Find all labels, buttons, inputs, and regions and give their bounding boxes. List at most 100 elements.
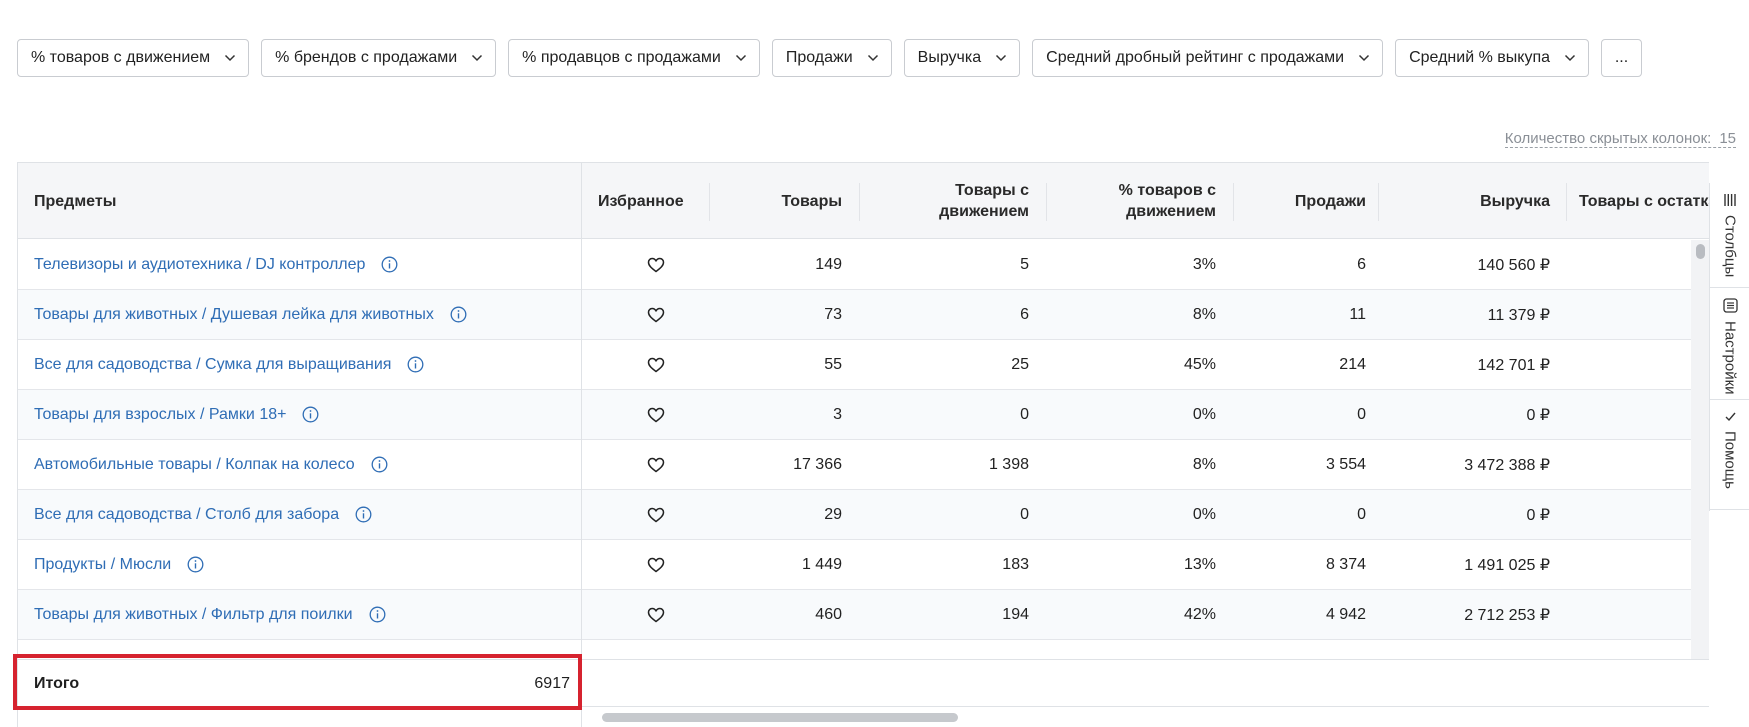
favorite-heart-icon[interactable] <box>636 240 676 289</box>
hidden-columns-number: 15 <box>1719 130 1736 147</box>
cell-revenue: 140 560 ₽ <box>1477 256 1550 274</box>
table-row[interactable]: Автомобильные товары / Колпак на колесо 1… <box>18 440 1709 490</box>
cell-moving: 6 <box>1020 305 1029 323</box>
side-panel: Столбцы Настройки Помощь <box>1709 183 1749 511</box>
filter-chip-label: Выручка <box>917 49 982 66</box>
table-row[interactable]: Телевизоры и аудиотехника / DJ контролле… <box>18 240 1709 290</box>
filter-chip-sellers-percent[interactable]: % продавцов с продажами <box>508 39 760 77</box>
cell-products: 73 <box>824 305 842 323</box>
cell-sales: 6 <box>1357 255 1366 273</box>
cell-products: 29 <box>824 505 842 523</box>
table-row[interactable]: Товары для взрослых / Рамки 18+ 3 0 0% 0 0 ₽ <box>18 390 1709 440</box>
cell-revenue: 3 472 388 ₽ <box>1464 456 1550 474</box>
favorite-heart-icon[interactable] <box>636 390 676 439</box>
hidden-columns-count[interactable]: Количество скрытых колонок: 15 <box>1504 130 1736 148</box>
favorite-heart-icon[interactable] <box>636 540 676 589</box>
cell-moving: 5 <box>1020 255 1029 273</box>
subject-link[interactable]: Товары для взрослых / Рамки 18+ <box>34 390 319 439</box>
info-icon[interactable] <box>302 406 319 423</box>
cell-moving-percent: 8% <box>1192 455 1216 473</box>
cell-moving: 183 <box>1002 555 1029 573</box>
header-products[interactable]: Товары <box>718 163 843 239</box>
side-tab-columns[interactable]: Столбцы <box>1710 183 1749 288</box>
table-row[interactable]: Товары для животных / Душевая лейка для … <box>18 290 1709 340</box>
filter-bar: % товаров с движением % брендов с продажа… <box>17 39 1717 77</box>
subjects-table: Предметы Избранное Товары Товары с движе… <box>17 162 1709 727</box>
cell-sales: 11 <box>1349 305 1366 323</box>
vertical-scroll-thumb[interactable] <box>1696 244 1705 259</box>
info-icon[interactable] <box>369 606 386 623</box>
favorite-heart-icon[interactable] <box>636 340 676 389</box>
favorite-heart-icon[interactable] <box>636 290 676 339</box>
filter-chip-buyout[interactable]: Средний % выкупа <box>1395 39 1589 77</box>
subject-link[interactable]: Продукты / Мюсли <box>34 540 204 589</box>
side-tab-help[interactable]: Помощь <box>1710 400 1749 510</box>
horizontal-scroll-thumb[interactable] <box>602 713 958 722</box>
table-row[interactable]: Товары для животных / Фильтр для поилки 4… <box>18 590 1709 640</box>
subject-link[interactable]: Товары для животных / Фильтр для поилки <box>34 590 386 639</box>
subject-name[interactable]: Телевизоры и аудиотехника / DJ контролле… <box>34 256 365 274</box>
favorite-heart-icon[interactable] <box>636 490 676 539</box>
cell-sales: 8 374 <box>1325 555 1366 573</box>
cell-products: 460 <box>815 605 842 623</box>
filter-chip-rating[interactable]: Средний дробный рейтинг с продажами <box>1032 39 1384 77</box>
more-filters-button[interactable]: ... <box>1601 39 1642 77</box>
favorite-heart-icon[interactable] <box>636 590 676 639</box>
horizontal-scrollbar[interactable] <box>582 707 1709 727</box>
info-icon[interactable] <box>381 256 398 273</box>
subject-link[interactable]: Все для садоводства / Столб для забора <box>34 490 372 539</box>
cell-products: 149 <box>815 255 842 273</box>
filter-chip-brands-percent[interactable]: % брендов с продажами <box>261 39 497 77</box>
table-row[interactable]: Все для садоводства / Сумка для выращива… <box>18 340 1709 390</box>
header-stock[interactable]: Товары с остатка <box>1579 163 1709 239</box>
header-sales[interactable]: Продажи <box>1242 163 1366 239</box>
info-icon[interactable] <box>371 456 388 473</box>
cell-sales: 0 <box>1357 505 1366 523</box>
cell-sales: 0 <box>1357 405 1366 423</box>
info-icon[interactable] <box>187 556 204 573</box>
subject-link[interactable]: Автомобильные товары / Колпак на колесо <box>34 440 388 489</box>
cell-products: 17 366 <box>793 455 842 473</box>
cell-moving-percent: 13% <box>1183 555 1216 573</box>
cell-moving-percent: 3% <box>1192 255 1216 273</box>
subject-name[interactable]: Все для садоводства / Сумка для выращива… <box>34 356 391 374</box>
info-icon[interactable] <box>355 506 372 523</box>
filter-chip-label: Средний % выкупа <box>1409 49 1550 66</box>
check-icon <box>1725 412 1736 422</box>
cell-moving: 25 <box>1011 355 1029 373</box>
subject-link[interactable]: Все для садоводства / Сумка для выращива… <box>34 340 424 389</box>
subject-name[interactable]: Товары для взрослых / Рамки 18+ <box>34 406 286 424</box>
table-row[interactable]: Все для садоводства / Столб для забора 29… <box>18 490 1709 540</box>
vertical-scrollbar[interactable] <box>1691 240 1709 659</box>
info-icon[interactable] <box>450 306 467 323</box>
subject-name[interactable]: Автомобильные товары / Колпак на колесо <box>34 456 355 474</box>
hidden-columns-label: Количество скрытых колонок: <box>1504 130 1712 147</box>
cell-moving: 1 398 <box>988 455 1029 473</box>
side-tab-columns-label: Столбцы <box>1721 215 1739 278</box>
info-icon[interactable] <box>407 356 424 373</box>
header-subjects[interactable]: Предметы <box>34 163 116 239</box>
filter-chip-moving-percent[interactable]: % товаров с движением <box>17 39 250 77</box>
header-favorite[interactable]: Избранное <box>598 163 684 239</box>
filter-chip-revenue[interactable]: Выручка <box>903 39 1021 77</box>
header-revenue[interactable]: Выручка <box>1388 163 1550 239</box>
cell-moving-percent: 0% <box>1192 405 1216 423</box>
header-moving-products[interactable]: Товары с движением <box>868 163 1029 239</box>
subject-name[interactable]: Товары для животных / Душевая лейка для … <box>34 306 434 324</box>
subject-name[interactable]: Все для садоводства / Столб для забора <box>34 506 339 524</box>
cell-revenue: 0 ₽ <box>1526 406 1550 424</box>
subject-link[interactable]: Товары для животных / Душевая лейка для … <box>34 290 467 339</box>
header-moving-percent[interactable]: % товаров с движением <box>1055 163 1216 239</box>
cell-products: 3 <box>833 405 842 423</box>
subject-name[interactable]: Продукты / Мюсли <box>34 556 171 574</box>
table-row[interactable]: Продукты / Мюсли 1 449 183 13% 8 374 1 491 02… <box>18 540 1709 590</box>
settings-icon <box>1722 298 1738 313</box>
filter-chip-sales[interactable]: Продажи <box>771 39 892 77</box>
filter-chip-label: % товаров с движением <box>31 49 211 66</box>
subject-link[interactable]: Телевизоры и аудиотехника / DJ контролле… <box>34 240 398 289</box>
favorite-heart-icon[interactable] <box>636 440 676 489</box>
cell-revenue: 142 701 ₽ <box>1477 356 1550 374</box>
side-tab-settings-label: Настройки <box>1721 321 1739 395</box>
subject-name[interactable]: Товары для животных / Фильтр для поилки <box>34 606 353 624</box>
side-tab-settings[interactable]: Настройки <box>1710 288 1749 400</box>
